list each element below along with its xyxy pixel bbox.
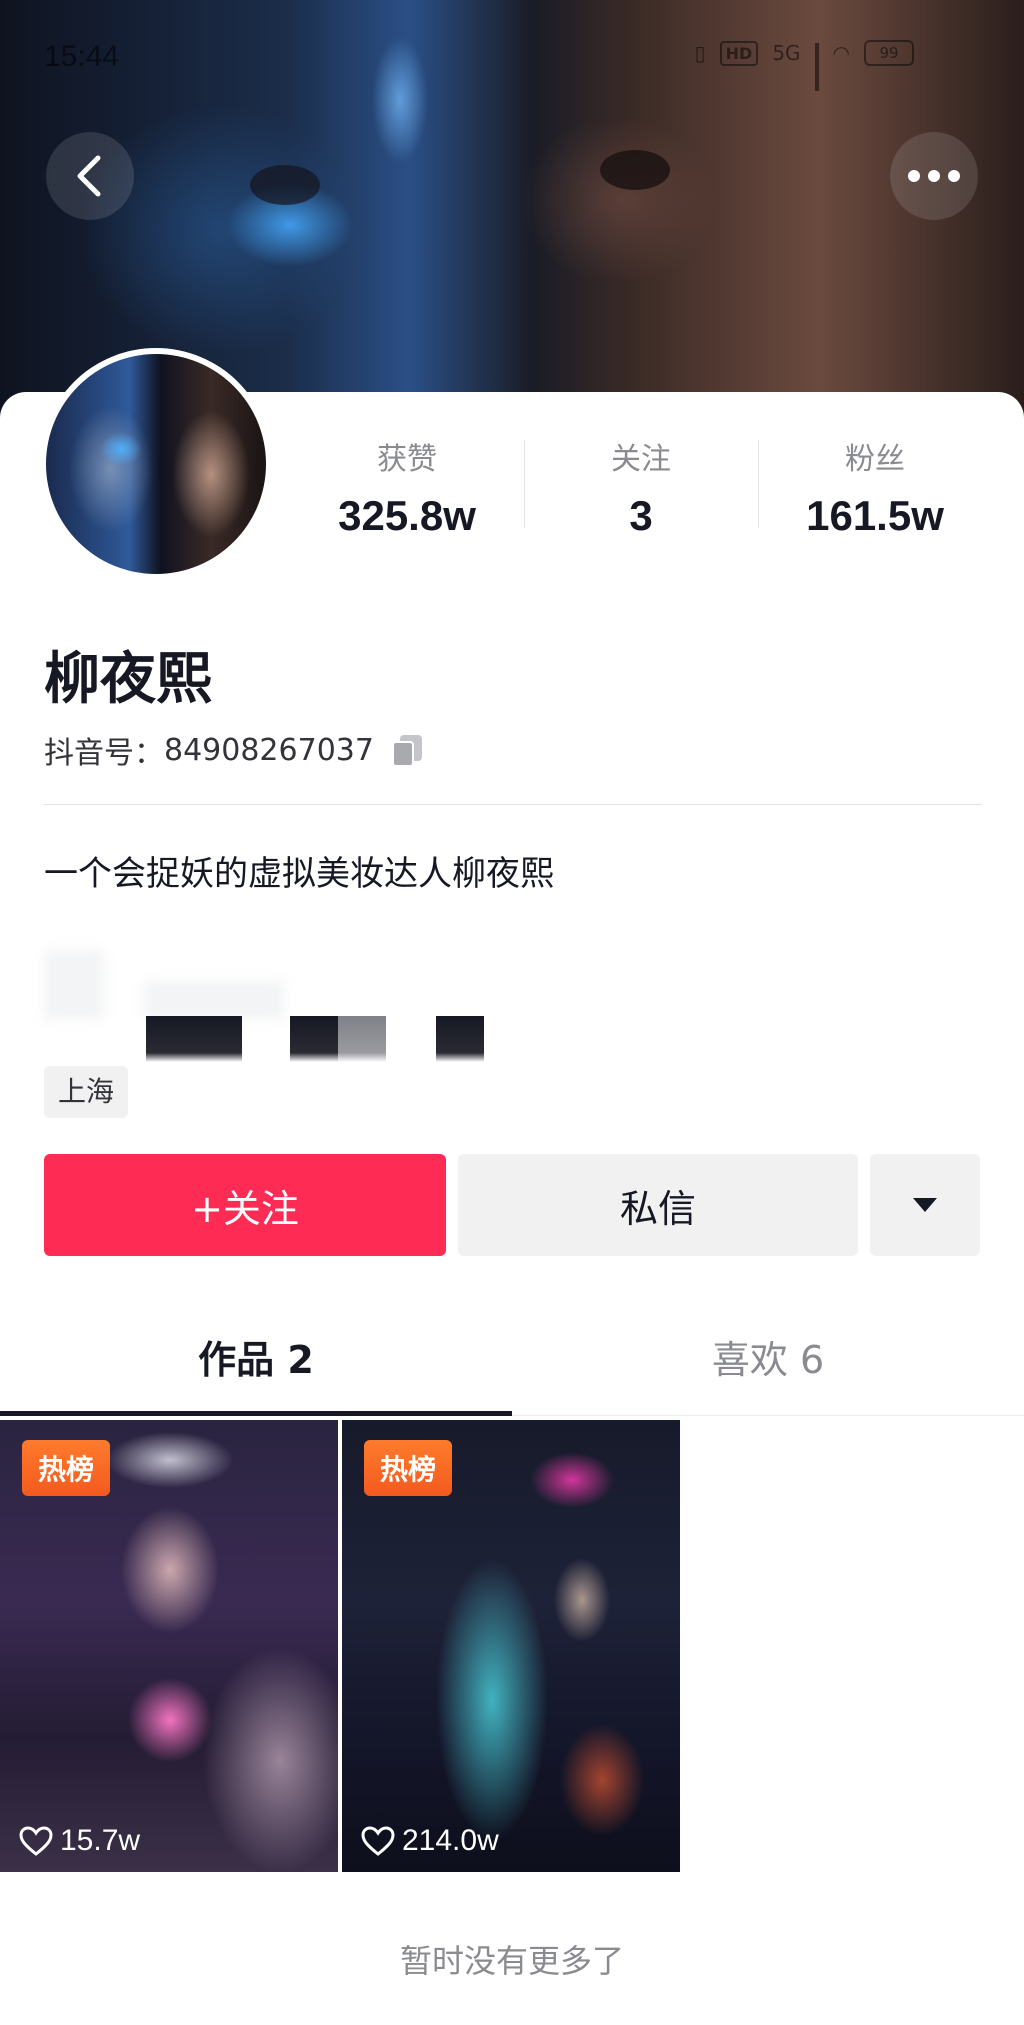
stat-following[interactable]: 关注 3	[524, 428, 758, 539]
follow-button[interactable]: +关注	[44, 1154, 446, 1256]
back-arrow-icon	[77, 155, 101, 197]
hot-badge: 热榜	[22, 1440, 110, 1496]
message-button[interactable]: 私信	[458, 1154, 858, 1256]
nickname: 柳夜熙	[44, 647, 212, 712]
video-likes: 214.0w	[360, 1824, 499, 1858]
status-icons: ▯ HD 5G ◠ 99	[694, 40, 914, 91]
signal-icon	[814, 43, 819, 91]
heart-icon	[361, 1826, 395, 1856]
more-button[interactable]	[890, 132, 978, 220]
heart-icon	[19, 1826, 53, 1856]
stat-value: 161.5w	[806, 492, 944, 539]
status-bar: 15:44 ▯ HD 5G ◠ 99	[0, 0, 1024, 110]
cover-eye-right	[600, 150, 670, 190]
hd-icon: HD	[719, 40, 759, 66]
wifi-icon: ◠	[832, 41, 850, 65]
divider	[44, 804, 982, 805]
video-card[interactable]: 热榜 15.7w	[0, 1420, 338, 1872]
douyin-id-row: 抖音号： 84908267037	[44, 728, 424, 772]
douyin-id-label: 抖音号：	[44, 736, 164, 771]
profile-stats: 获赞 325.8w 关注 3 粉丝 161.5w	[290, 428, 992, 539]
redacted-content	[44, 940, 504, 1062]
hot-badge: 热榜	[364, 1440, 452, 1496]
stat-value: 325.8w	[338, 492, 476, 539]
no-more-text: 暂时没有更多了	[399, 1942, 624, 1980]
likes-count: 214.0w	[402, 1824, 499, 1857]
copy-icon[interactable]	[390, 733, 424, 767]
action-buttons: +关注 私信	[44, 1154, 980, 1256]
back-button[interactable]	[46, 132, 134, 220]
network-label: 5G	[772, 41, 801, 65]
stat-likes[interactable]: 获赞 325.8w	[290, 428, 524, 539]
video-likes: 15.7w	[18, 1824, 140, 1858]
dropdown-triangle-icon	[913, 1198, 937, 1212]
vibrate-icon: ▯	[694, 41, 706, 65]
douyin-id-value: 84908267037	[164, 732, 374, 768]
video-grid: 热榜 15.7w 热榜 214.0w	[0, 1420, 1024, 1872]
stat-value: 3	[629, 492, 653, 539]
tab-likes[interactable]: 喜欢 6	[512, 1300, 1024, 1415]
avatar-image	[46, 354, 266, 574]
stat-followers[interactable]: 粉丝 161.5w	[758, 428, 992, 539]
location-tag: 上海	[44, 1066, 129, 1118]
cover-eye-left	[250, 165, 320, 205]
stat-label: 关注	[611, 442, 671, 477]
battery-icon: 99	[864, 40, 914, 66]
video-card[interactable]: 热榜 214.0w	[342, 1420, 680, 1872]
tab-works[interactable]: 作品 2	[0, 1300, 512, 1416]
stat-label: 获赞	[377, 442, 437, 477]
likes-count: 15.7w	[60, 1824, 141, 1857]
stat-label: 粉丝	[845, 442, 905, 477]
status-time: 15:44	[44, 40, 120, 73]
content-tabs: 作品 2 喜欢 6	[0, 1300, 1024, 1416]
avatar[interactable]	[40, 348, 272, 580]
more-dots-icon	[908, 170, 960, 182]
more-actions-button[interactable]	[870, 1154, 980, 1256]
bio-text: 一个会捉妖的虚拟美妆达人柳夜熙	[44, 854, 554, 894]
